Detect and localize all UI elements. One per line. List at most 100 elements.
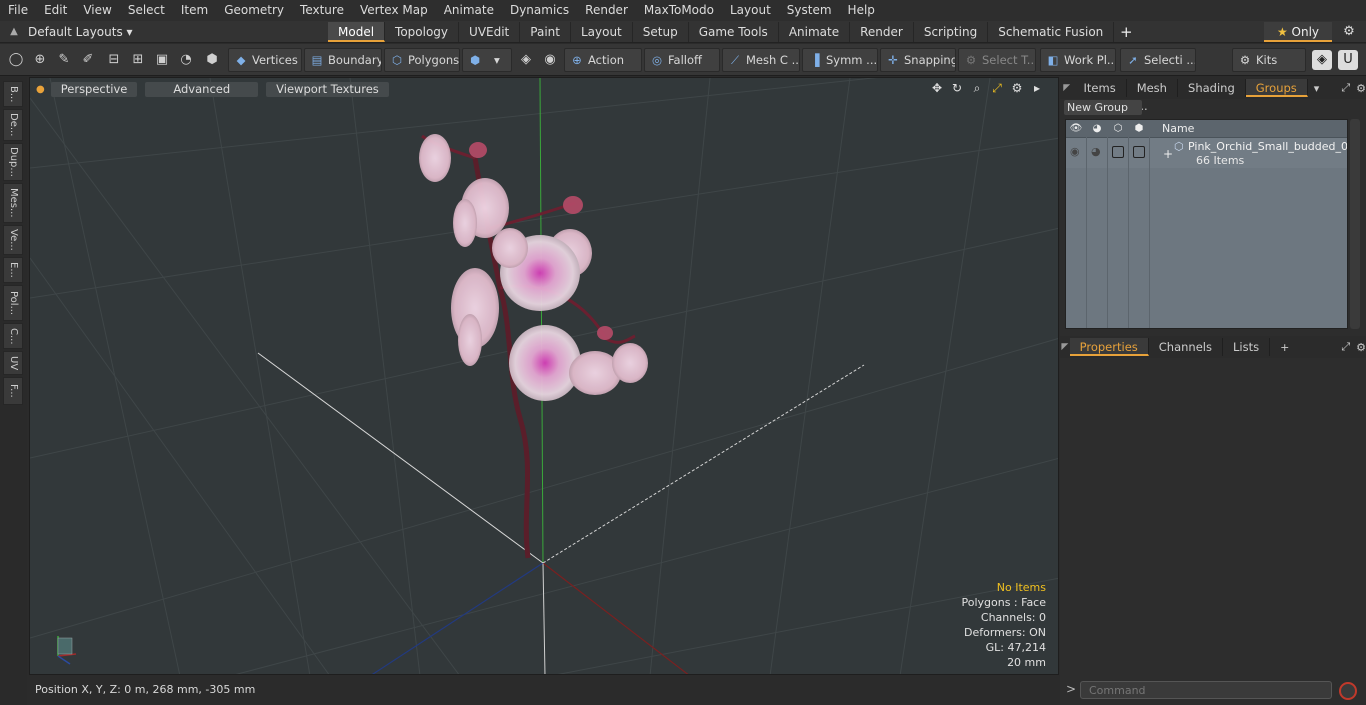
align-icon[interactable]: ⊟ <box>104 50 124 70</box>
polygons-button[interactable]: ⬡ Polygons <box>384 48 460 72</box>
tab-lists[interactable]: Lists <box>1223 338 1271 356</box>
panel-gear-icon[interactable]: ⚙ <box>1356 82 1366 95</box>
tab-layout[interactable]: Layout <box>571 21 633 42</box>
visibility-col-icon[interactable]: 👁 <box>1066 120 1087 138</box>
tab-schematic-fusion[interactable]: Schematic Fusion <box>988 21 1115 42</box>
menu-dynamics[interactable]: Dynamics <box>502 0 577 21</box>
left-tab-basic[interactable]: B... <box>3 81 23 107</box>
tab-render[interactable]: Render <box>850 21 914 42</box>
advanced-shading-button[interactable]: Advanced <box>145 81 259 97</box>
selection-sets-button[interactable]: ➚ Selecti ... <box>1120 48 1196 72</box>
left-tab-curve[interactable]: C... <box>3 323 23 349</box>
record-macro-icon[interactable] <box>1339 682 1357 700</box>
left-tab-vertex[interactable]: Ve... <box>3 225 23 255</box>
menu-select[interactable]: Select <box>120 0 173 21</box>
expand-icon[interactable]: ⤢ <box>1341 81 1350 95</box>
chevron-down-icon[interactable]: ▾ <box>1314 82 1320 95</box>
panel-menu-icon[interactable]: ◤ <box>1060 83 1074 93</box>
tab-groups[interactable]: Groups <box>1245 79 1308 97</box>
expand-icon-2[interactable]: ⤢ <box>1341 340 1350 354</box>
layout-up-icon[interactable]: ▲ <box>0 26 28 37</box>
tab-game-tools[interactable]: Game Tools <box>689 21 779 42</box>
lock-col-icon[interactable]: ⬡ <box>1108 120 1129 138</box>
tab-shading[interactable]: Shading <box>1178 79 1246 97</box>
eye-icon[interactable]: ◉ <box>1070 145 1080 158</box>
tab-model[interactable]: Model <box>328 21 386 42</box>
tab-topology[interactable]: Topology <box>385 21 460 42</box>
snapping-button[interactable]: ✛ Snapping <box>880 48 956 72</box>
3d-viewport[interactable]: ● Perspective Advanced Viewport Textures… <box>29 77 1059 675</box>
left-tab-fusion[interactable]: F... <box>3 377 23 405</box>
scene-canvas[interactable] <box>30 78 1059 675</box>
select-through-button[interactable]: ⚙ Select T... <box>958 48 1036 72</box>
new-group-button[interactable]: New Group <box>1064 100 1142 115</box>
boundary-button[interactable]: ▤ Boundary <box>304 48 382 72</box>
panel-gear-icon-2[interactable]: ⚙ <box>1356 341 1366 354</box>
unity-icon[interactable]: ◈ <box>1312 50 1332 70</box>
lock-checkbox[interactable] <box>1112 146 1124 158</box>
render-toggle-icon[interactable]: ◕ <box>1091 145 1101 158</box>
menu-texture[interactable]: Texture <box>292 0 352 21</box>
tab-uvedit[interactable]: UVEdit <box>459 21 521 42</box>
add-tab-icon[interactable]: + <box>1114 23 1138 41</box>
menu-view[interactable]: View <box>75 0 119 21</box>
expand-group-icon[interactable]: + <box>1163 147 1173 161</box>
left-tab-uv[interactable]: UV <box>3 351 23 375</box>
brush-icon[interactable]: ✐ <box>78 50 98 70</box>
viewport-textures-button[interactable]: Viewport Textures <box>266 81 389 97</box>
tab-scripting[interactable]: Scripting <box>914 21 989 42</box>
menu-file[interactable]: File <box>0 0 36 21</box>
menu-animate[interactable]: Animate <box>436 0 502 21</box>
viewport-menu-dot-icon[interactable]: ● <box>36 84 45 95</box>
left-tab-deform[interactable]: De... <box>3 109 23 141</box>
action-center-button[interactable]: ⊕ Action <box>564 48 642 72</box>
item-mode-dropdown[interactable]: ⬢ ▾ <box>462 48 512 72</box>
group-row[interactable]: ◉ ◕ + ⬡ Pink_Orchid_Small_budded_0 ... 6… <box>1066 138 1347 168</box>
tab-items[interactable]: Items <box>1074 79 1127 97</box>
center-icon[interactable]: ⊞ <box>128 50 148 70</box>
menu-help[interactable]: Help <box>840 0 883 21</box>
vertices-button[interactable]: ◆ Vertices <box>228 48 302 72</box>
tab-mesh[interactable]: Mesh ... <box>1127 79 1179 113</box>
tab-setup[interactable]: Setup <box>633 21 689 42</box>
select-checkbox[interactable] <box>1133 146 1145 158</box>
viewport-settings-icon[interactable]: ⚙ <box>1010 81 1024 95</box>
falloff-button[interactable]: ◎ Falloff <box>644 48 720 72</box>
menu-render[interactable]: Render <box>577 0 636 21</box>
gear-icon[interactable]: ⚙ <box>1338 22 1360 42</box>
panel-menu-icon-2[interactable]: ◤ <box>1060 342 1070 352</box>
zoom-view-icon[interactable]: ⌕ <box>970 81 984 95</box>
menu-maxtomodo[interactable]: MaxToModo <box>636 0 722 21</box>
tab-properties[interactable]: Properties <box>1069 338 1149 356</box>
left-tab-edge[interactable]: E... <box>3 257 23 283</box>
only-button[interactable]: ★ Only <box>1264 22 1332 42</box>
default-layouts-dropdown[interactable]: Default Layouts ▾ <box>28 25 328 39</box>
menu-edit[interactable]: Edit <box>36 0 75 21</box>
menu-item[interactable]: Item <box>173 0 216 21</box>
left-tab-duplicate[interactable]: Dup... <box>3 143 23 181</box>
groups-scrollbar[interactable] <box>1350 119 1360 329</box>
unreal-icon[interactable]: U <box>1338 50 1358 70</box>
symmetry-button[interactable]: ▐ Symm ... <box>802 48 878 72</box>
pen-icon[interactable]: ✎ <box>54 50 74 70</box>
maximize-view-icon[interactable]: ⤢ <box>990 81 1004 95</box>
mesh-constraints-button[interactable]: ⟋ Mesh C ... <box>722 48 800 72</box>
menu-vertex-map[interactable]: Vertex Map <box>352 0 436 21</box>
tab-channels[interactable]: Channels <box>1149 338 1223 356</box>
material-mode-icon[interactable]: ◉ <box>540 50 560 70</box>
menu-layout[interactable]: Layout <box>722 0 779 21</box>
menu-system[interactable]: System <box>779 0 840 21</box>
command-input[interactable] <box>1080 681 1332 699</box>
left-tab-polygon[interactable]: Pol... <box>3 285 23 321</box>
pivot-icon[interactable]: ◔ <box>176 50 196 70</box>
orchid-model[interactable] <box>419 134 648 559</box>
play-icon[interactable]: ▸ <box>1030 81 1044 95</box>
globe-icon[interactable]: ⊕ <box>30 50 50 70</box>
square-circle-icon[interactable]: ▣ <box>152 50 172 70</box>
tab-animate[interactable]: Animate <box>779 21 851 42</box>
rotate-view-icon[interactable]: ↻ <box>950 81 964 95</box>
select-col-icon[interactable]: ⬢ <box>1129 120 1150 138</box>
add-tab-icon[interactable]: + <box>1280 341 1289 354</box>
render-col-icon[interactable]: ◕ <box>1087 120 1108 138</box>
menu-geometry[interactable]: Geometry <box>216 0 292 21</box>
